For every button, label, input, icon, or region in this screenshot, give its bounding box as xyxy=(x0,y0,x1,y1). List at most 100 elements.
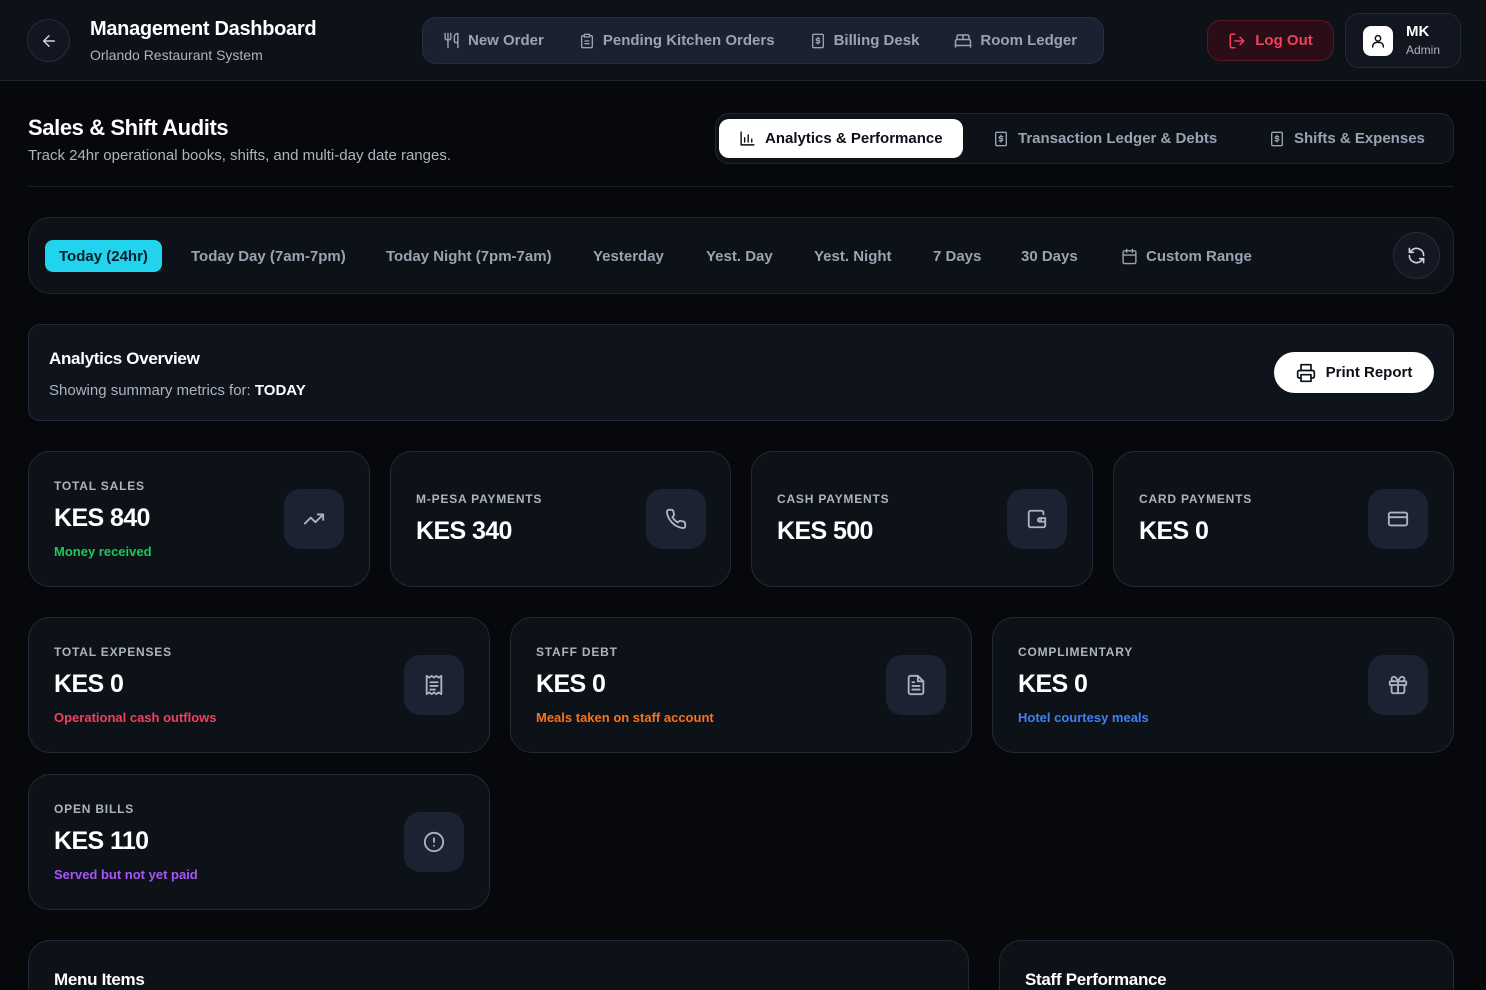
stat-label: COMPLIMENTARY xyxy=(1018,645,1134,659)
user-menu[interactable]: MK Admin xyxy=(1345,13,1461,68)
credit-card-icon xyxy=(1368,489,1428,549)
stat-card-staff-debt: STAFF DEBT KES 0 Meals taken on staff ac… xyxy=(510,617,972,753)
stat-label: OPEN BILLS xyxy=(54,802,135,816)
logout-label: Log Out xyxy=(1255,32,1313,49)
print-report-button[interactable]: Print Report xyxy=(1274,352,1434,393)
utensils-icon xyxy=(443,32,460,49)
filter-today-24hr[interactable]: Today (24hr) xyxy=(45,240,162,272)
analytics-overview: Analytics Overview Showing summary metri… xyxy=(28,324,1454,421)
filter-yest-day[interactable]: Yest. Day xyxy=(706,240,773,272)
page-title: Sales & Shift Audits xyxy=(28,115,229,140)
panel-title: Staff Performance xyxy=(1025,970,1167,989)
stat-label: TOTAL EXPENSES xyxy=(54,645,172,659)
overview-period: TODAY xyxy=(254,382,306,399)
filter-yest-night[interactable]: Yest. Night xyxy=(814,240,892,272)
page-subtitle: Track 24hr operational books, shifts, an… xyxy=(28,147,452,164)
stat-value: KES 0 xyxy=(1018,670,1088,698)
logout-button[interactable]: Log Out xyxy=(1207,20,1334,61)
main-nav: New Order Pending Kitchen Orders Billing… xyxy=(422,17,1104,64)
print-label: Print Report xyxy=(1325,364,1413,381)
top-bar: Management Dashboard Orlando Restaurant … xyxy=(0,0,1486,81)
filter-yesterday[interactable]: Yesterday xyxy=(593,240,664,272)
stat-card-complimentary: COMPLIMENTARY KES 0 Hotel courtesy meals xyxy=(992,617,1454,753)
alert-circle-icon xyxy=(404,812,464,872)
nav-room-ledger[interactable]: Room Ledger xyxy=(954,32,1077,50)
stat-value: KES 0 xyxy=(54,670,124,698)
stat-card-open-bills: OPEN BILLS KES 110 Served but not yet pa… xyxy=(28,774,490,910)
stat-card-total-expenses: TOTAL EXPENSES KES 0 Operational cash ou… xyxy=(28,617,490,753)
menu-items-panel: Menu Items xyxy=(28,940,969,990)
filter-custom-range[interactable]: Custom Range xyxy=(1121,240,1252,272)
receipt-dollar-icon xyxy=(1269,131,1285,147)
trending-up-icon xyxy=(284,489,344,549)
receipt-icon xyxy=(404,655,464,715)
stat-value: KES 840 xyxy=(54,504,150,532)
tab-label: Analytics & Performance xyxy=(765,130,943,147)
stat-value: KES 0 xyxy=(536,670,606,698)
phone-icon xyxy=(646,489,706,549)
stat-value: KES 0 xyxy=(1139,517,1209,545)
stat-label: TOTAL SALES xyxy=(54,479,145,493)
stat-card-total-sales: TOTAL SALES KES 840 Money received xyxy=(28,451,370,587)
nav-new-order[interactable]: New Order xyxy=(443,32,544,49)
stat-card-mpesa: M-PESA PAYMENTS KES 340 xyxy=(390,451,731,587)
calendar-icon xyxy=(1121,248,1138,265)
stat-value: KES 500 xyxy=(777,517,873,545)
overview-title: Analytics Overview xyxy=(49,349,200,368)
stat-value: KES 340 xyxy=(416,517,512,545)
user-icon xyxy=(1370,33,1386,49)
printer-icon xyxy=(1296,363,1316,383)
refresh-button[interactable] xyxy=(1393,232,1440,279)
stat-note: Money received xyxy=(54,544,152,559)
stat-card-card-payments: CARD PAYMENTS KES 0 xyxy=(1113,451,1454,587)
user-initials: MK xyxy=(1406,23,1430,40)
tab-transaction-ledger-debts[interactable]: Transaction Ledger & Debts xyxy=(993,119,1217,158)
stat-label: STAFF DEBT xyxy=(536,645,618,659)
user-role: Admin xyxy=(1406,43,1441,57)
stat-label: CASH PAYMENTS xyxy=(777,492,890,506)
avatar xyxy=(1363,26,1393,56)
app-title: Management Dashboard xyxy=(90,18,317,40)
clipboard-icon xyxy=(579,33,595,49)
refresh-icon xyxy=(1407,246,1426,265)
date-range-filter-bar: Today (24hr) Today Day (7am-7pm) Today N… xyxy=(28,217,1454,294)
nav-label: Room Ledger xyxy=(980,32,1078,49)
filter-today-day[interactable]: Today Day (7am-7pm) xyxy=(191,240,346,272)
nav-pending-kitchen-orders[interactable]: Pending Kitchen Orders xyxy=(579,32,775,49)
app-subtitle: Orlando Restaurant System xyxy=(90,47,263,63)
overview-subtitle: Showing summary metrics for: TODAY xyxy=(49,382,306,399)
staff-performance-panel: Staff Performance xyxy=(999,940,1454,990)
overview-prefix: Showing summary metrics for: xyxy=(49,382,251,399)
tab-analytics-performance[interactable]: Analytics & Performance xyxy=(719,119,963,158)
receipt-dollar-icon xyxy=(993,131,1009,147)
filter-7-days[interactable]: 7 Days xyxy=(933,240,981,272)
file-text-icon xyxy=(886,655,946,715)
back-button[interactable] xyxy=(27,19,70,62)
panel-title: Menu Items xyxy=(54,970,145,989)
arrow-left-icon xyxy=(40,32,58,50)
nav-billing-desk[interactable]: Billing Desk xyxy=(810,32,920,49)
stat-label: M-PESA PAYMENTS xyxy=(416,492,543,506)
stat-note: Hotel courtesy meals xyxy=(1018,710,1149,725)
filter-label: Custom Range xyxy=(1146,247,1252,265)
stat-card-cash: CASH PAYMENTS KES 500 xyxy=(751,451,1093,587)
stat-label: CARD PAYMENTS xyxy=(1139,492,1253,506)
nav-label: Pending Kitchen Orders xyxy=(602,32,775,49)
filter-today-night[interactable]: Today Night (7pm-7am) xyxy=(386,240,552,272)
gift-icon xyxy=(1368,655,1428,715)
tab-label: Transaction Ledger & Debts xyxy=(1018,130,1218,147)
log-out-icon xyxy=(1228,32,1246,50)
stat-note: Served but not yet paid xyxy=(54,867,198,882)
stat-value: KES 110 xyxy=(54,827,149,855)
bar-chart-icon xyxy=(739,130,756,147)
stat-note: Meals taken on staff account xyxy=(536,710,714,725)
header-divider xyxy=(28,186,1454,187)
section-tabs: Analytics & Performance Transaction Ledg… xyxy=(715,113,1454,164)
nav-label: New Order xyxy=(468,32,544,49)
filter-30-days[interactable]: 30 Days xyxy=(1021,240,1078,272)
bed-icon xyxy=(954,32,972,50)
tab-label: Shifts & Expenses xyxy=(1294,130,1425,147)
nav-label: Billing Desk xyxy=(833,32,920,49)
tab-shifts-expenses[interactable]: Shifts & Expenses xyxy=(1269,119,1425,158)
receipt-dollar-icon xyxy=(810,33,826,49)
